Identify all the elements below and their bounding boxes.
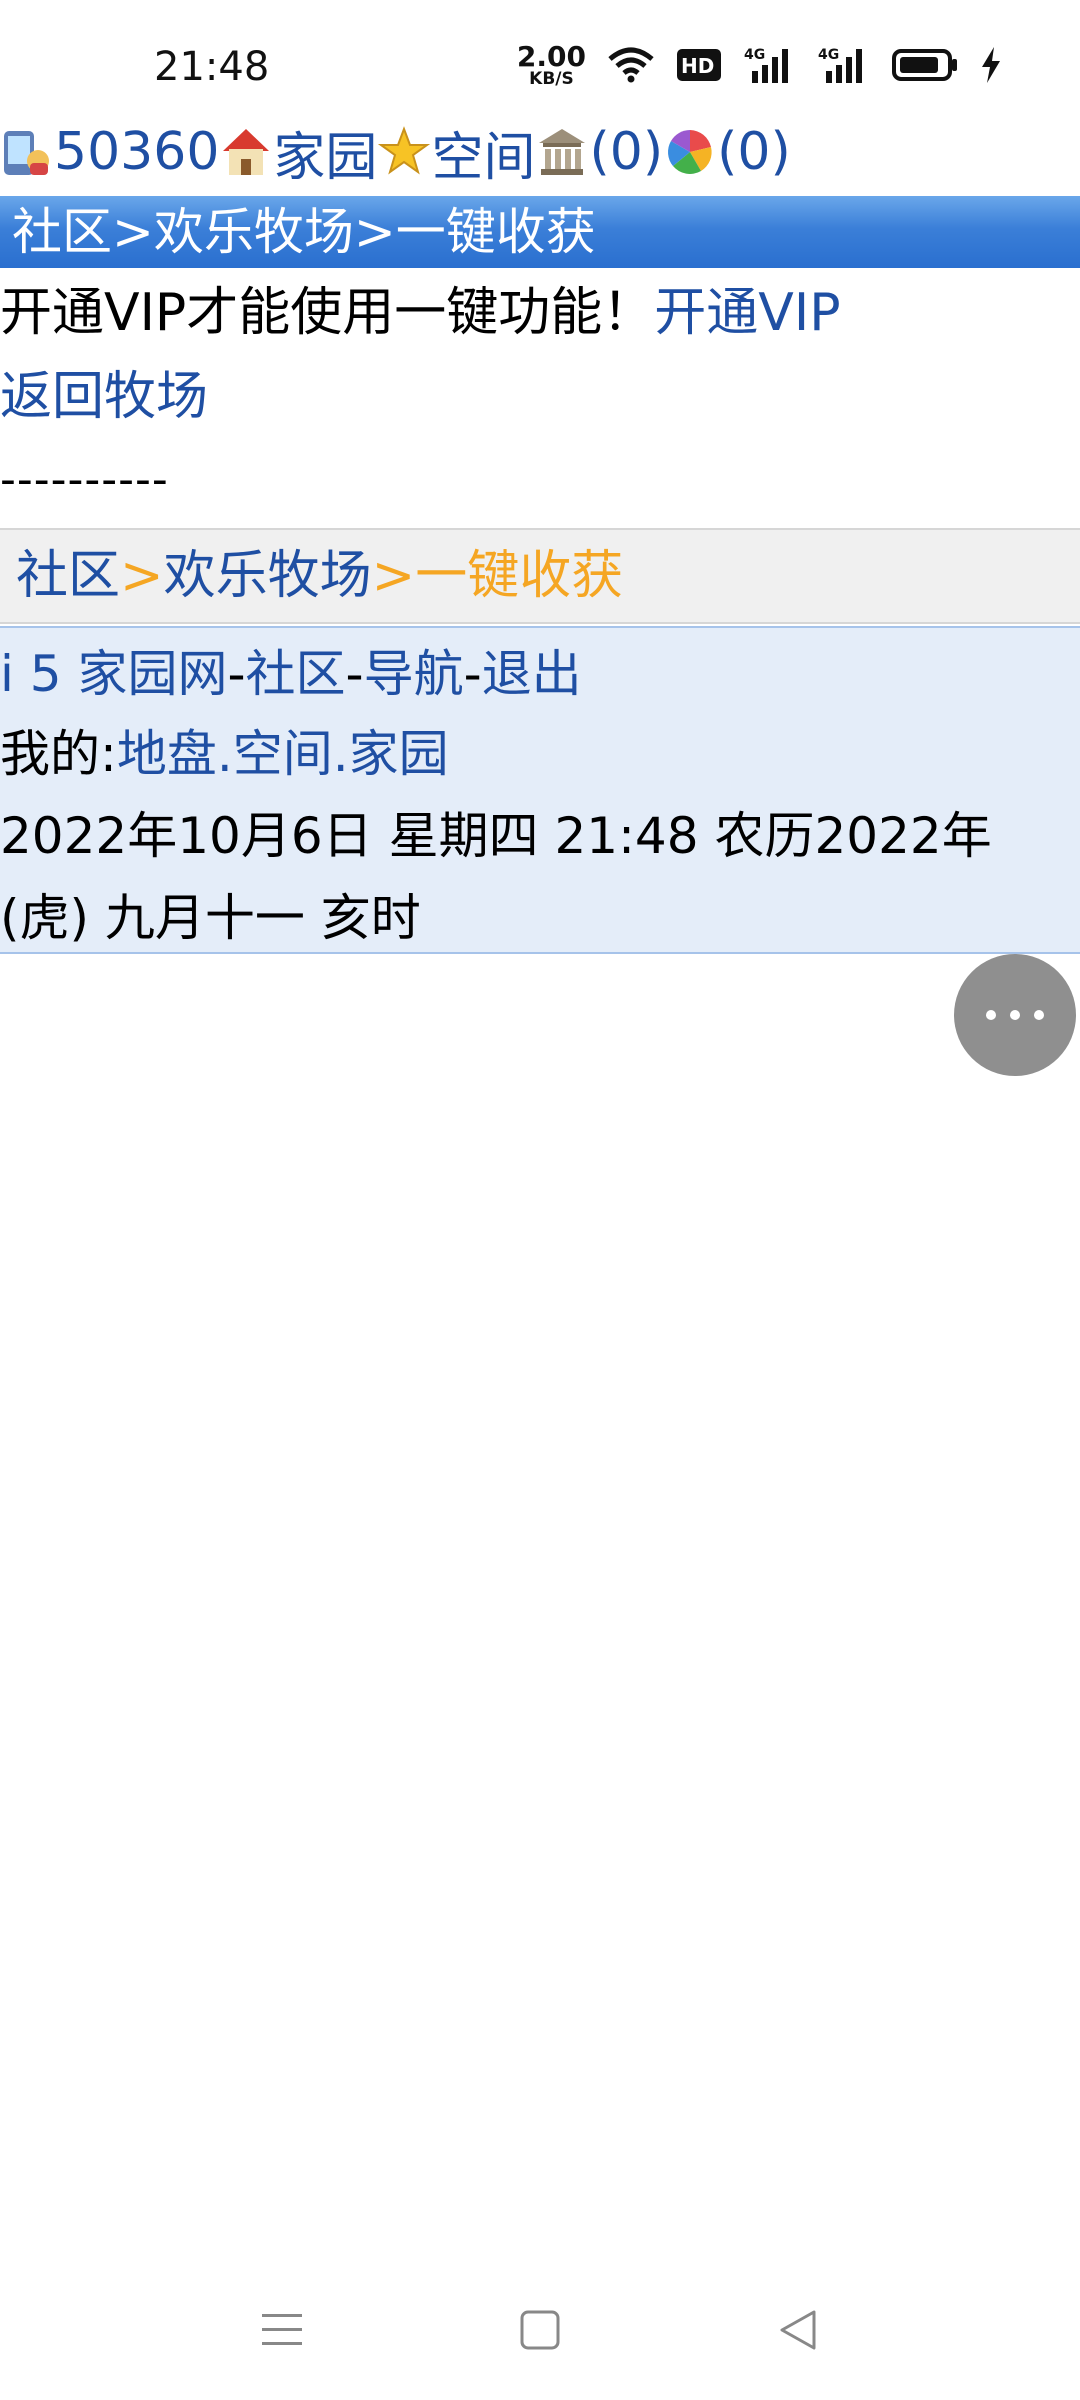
back-to-farm-link[interactable]: 返回牧场 — [0, 367, 208, 427]
signal-4g-icon: 4G — [818, 45, 870, 85]
footer-dash: - — [463, 645, 482, 703]
footer-dot: . — [332, 725, 349, 783]
network-speed-value: 2.00 — [516, 39, 586, 73]
mine-label: 我的: — [0, 725, 117, 783]
network-speed-unit: KB/S — [529, 68, 574, 89]
my-home-link[interactable]: 家园 — [349, 725, 449, 783]
footer-lunar-date: (虎) 九月十一 亥时 — [0, 889, 421, 947]
status-icons: 2.00 KB/S HD 4G 4G — [517, 40, 1002, 90]
back-line: 返回牧场 — [0, 360, 208, 434]
home-nav-button[interactable] — [510, 2300, 570, 2360]
system-navigation-bar — [0, 2280, 1080, 2380]
vip-message: 开通VIP才能使用一键功能！ — [0, 283, 655, 343]
footer-mine-row: 我的:地盘.空间.家园 — [0, 714, 449, 786]
status-time: 21:48 — [154, 44, 270, 90]
more-options-button[interactable] — [954, 954, 1076, 1076]
back-nav-button[interactable] — [768, 2300, 828, 2360]
menu-button[interactable] — [252, 2300, 312, 2360]
breadcrumb-separator: > — [120, 546, 164, 606]
logout-link[interactable]: 退出 — [482, 645, 582, 703]
footer-dot: . — [216, 725, 233, 783]
wifi-icon — [608, 47, 654, 83]
bank-count-link[interactable]: (0) — [589, 122, 663, 182]
network-speed: 2.00 KB/S — [516, 39, 586, 89]
breadcrumb: 社区>欢乐牧场>一键收获 — [0, 528, 1080, 624]
breadcrumb-separator: > — [371, 546, 416, 606]
dot-icon — [1034, 1010, 1044, 1020]
separator: ---------- — [0, 454, 169, 505]
svg-text:HD: HD — [681, 54, 714, 78]
footer-dash: - — [345, 645, 364, 703]
my-land-link[interactable]: 地盘 — [117, 725, 217, 783]
footer-community-link[interactable]: 社区 — [246, 645, 346, 703]
footer-nav-link[interactable]: 导航 — [364, 645, 464, 703]
breadcrumb-farm-link[interactable]: 欢乐牧场 — [164, 546, 372, 606]
game-count-link[interactable]: (0) — [717, 122, 791, 182]
battery-icon — [892, 48, 958, 82]
signal-4g-icon: 4G — [744, 45, 796, 85]
bank-icon — [535, 125, 589, 179]
user-phone-icon — [0, 125, 54, 179]
user-id-link[interactable]: 50360 — [54, 122, 219, 182]
breadcrumb-community-link[interactable]: 社区 — [16, 546, 120, 606]
star-icon — [377, 125, 431, 179]
svg-text:4G: 4G — [818, 47, 839, 63]
dot-icon — [986, 1010, 996, 1020]
square-home-icon — [520, 2310, 560, 2350]
svg-text:4G: 4G — [744, 47, 765, 63]
home-icon — [219, 125, 273, 179]
hd-icon: HD — [676, 48, 722, 82]
dot-icon — [1010, 1010, 1020, 1020]
back-triangle-icon — [780, 2310, 816, 2350]
breadcrumb-current: 一键收获 — [415, 546, 624, 606]
space-link[interactable]: 空间 — [431, 115, 535, 190]
home-link[interactable]: 家园 — [273, 115, 377, 190]
page-title-bar: 社区>欢乐牧场>一键收获 — [0, 196, 1080, 268]
site-footer: i 5 家园网-社区-导航-退出 我的:地盘.空间.家园 2022年10月6日 … — [0, 626, 1080, 954]
charging-icon — [980, 47, 1002, 83]
status-bar: 21:48 2.00 KB/S HD 4G 4G — [0, 0, 1080, 112]
colorful-ball-icon — [663, 125, 717, 179]
footer-datetime: 2022年10月6日 星期四 21:48 农历2022年 — [0, 807, 992, 865]
menu-icon — [262, 2314, 302, 2345]
footer-dash: - — [227, 645, 246, 703]
open-vip-link[interactable]: 开通VIP — [654, 283, 840, 343]
vip-notice: 开通VIP才能使用一键功能！开通VIP — [0, 276, 841, 350]
my-space-link[interactable]: 空间 — [233, 725, 333, 783]
footer-nav-row: i 5 家园网-社区-导航-退出 — [0, 634, 582, 706]
user-info-bar: 50360 家园 空间 (0) (0) — [0, 116, 791, 188]
site-home-link[interactable]: i 5 家园网 — [0, 645, 228, 703]
